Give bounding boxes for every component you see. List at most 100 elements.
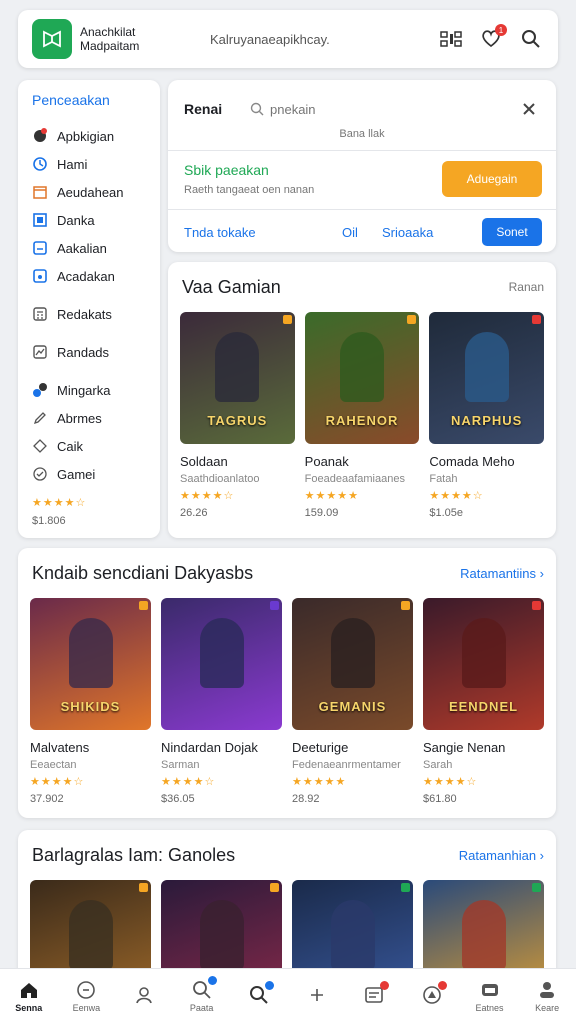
thumbnail-title: EENDNEL	[448, 699, 519, 714]
sidebar-rating: ★★★★☆	[32, 497, 87, 509]
game-publisher: Saathdioanlatoo	[180, 473, 260, 485]
nav-item[interactable]	[115, 969, 173, 1024]
game-publisher: Sarman	[161, 759, 200, 771]
sidebar-item[interactable]: Caik	[32, 432, 146, 460]
game-thumbnail[interactable]: EENDNEL	[423, 598, 544, 730]
game-card[interactable]: RAHENOR Poanak Foeadeaafamiaanes ★★★★★ 159.0…	[304, 312, 420, 519]
game-publisher: Foeadeaafamiaanes	[304, 473, 405, 485]
nav-label: Senna	[15, 1003, 43, 1013]
top-header: Anachkilat Madpaitam Kalruyanaeapikhcay.…	[18, 10, 558, 68]
game-thumbnail[interactable]	[161, 598, 282, 730]
corner-tag	[532, 883, 541, 892]
nav-item[interactable]: Eatnes	[461, 969, 519, 1024]
section-featured: Vaa Gamian Ranan TAGRUS Soldaan Saathdioan…	[168, 262, 556, 538]
nav-item[interactable]: Eenwa	[58, 969, 116, 1024]
section-link[interactable]: Ratamanhian ›	[459, 848, 544, 863]
close-icon[interactable]	[518, 98, 540, 120]
heart-icon[interactable]: 1	[478, 24, 507, 52]
square-icon	[32, 212, 48, 228]
game-card[interactable]: SHIKIDS Malvatens Eeaectan ★★★★☆ 37.902	[30, 598, 151, 805]
game-rating: ★★★★☆	[30, 776, 85, 788]
nav-item[interactable]	[230, 969, 288, 1024]
promo-button[interactable]: Aduegain	[442, 161, 542, 197]
logo-mark-icon	[43, 30, 61, 48]
character-figure	[330, 618, 375, 688]
calendar-icon	[32, 184, 48, 200]
sidebar-item[interactable]: Acadakan	[32, 262, 146, 290]
game-card[interactable]: EENDNEL Sangie Nenan Sarah ★★★★☆ $61.80	[423, 598, 544, 805]
promo-subtitle: Raeth tangaeat oen nanan	[184, 184, 315, 196]
search2-icon	[249, 981, 275, 1005]
sidebar-item[interactable]: Danka	[32, 206, 146, 234]
section-link[interactable]: Ranan	[509, 280, 544, 294]
link-oil[interactable]: Oil	[342, 225, 382, 240]
submit-button[interactable]: Sonet	[482, 218, 542, 246]
app-logo[interactable]	[32, 19, 72, 59]
section-link[interactable]: Ratamantiins ›	[460, 566, 544, 581]
game-thumbnail[interactable]: RAHENOR	[304, 312, 420, 444]
thumbnail-title: SHIKIDS	[60, 699, 121, 714]
notification-dot	[437, 981, 447, 990]
game-name: Poanak	[304, 454, 349, 469]
character-figure	[340, 332, 384, 402]
game-thumbnail[interactable]: GEMANIS	[292, 598, 413, 730]
nav-item[interactable]: Keare	[518, 969, 576, 1024]
search-icon[interactable]	[518, 26, 544, 52]
nav-item[interactable]	[288, 969, 346, 1024]
sidebar-item-label: Aeudahean	[57, 184, 124, 200]
tile2-icon	[32, 268, 48, 284]
game-rating: ★★★★☆	[429, 490, 484, 502]
game-card[interactable]: TAGRUS Soldaan Saathdioanlatoo ★★★★☆ 26.26	[180, 312, 295, 519]
puzzle-icon	[32, 382, 48, 398]
sidebar-item[interactable]: Redakats	[32, 300, 146, 328]
promo-title: Sbik paeakan	[184, 162, 269, 178]
game-thumbnail[interactable]: NARPHUS	[429, 312, 545, 444]
clock-icon	[32, 156, 48, 172]
chart-icon	[32, 344, 48, 360]
link-srioaaka[interactable]: Srioaaka	[382, 225, 433, 240]
game-card[interactable]: Nindardan Dojak Sarman ★★★★☆ $36.05	[161, 598, 282, 805]
tile-icon	[32, 240, 48, 256]
game-name: Nindardan Dojak	[161, 740, 258, 755]
nav-item[interactable]: Senna	[0, 969, 58, 1024]
game-card[interactable]: NARPHUS Comada Meho Fatah ★★★★☆ $1.05e	[429, 312, 545, 519]
sidebar-item[interactable]: Gamei	[32, 460, 146, 488]
search-input[interactable]	[270, 101, 518, 117]
sidebar-item-label: Aakalian	[57, 240, 107, 256]
sidebar-item[interactable]: Aakalian	[32, 234, 146, 262]
game-thumbnail[interactable]: SHIKIDS	[30, 598, 151, 730]
nav-label: Eatnes	[475, 1003, 504, 1013]
game-name: Comada Meho	[429, 454, 515, 469]
game-price: $36.05	[161, 793, 195, 805]
nav-label: Paata	[189, 1003, 214, 1013]
nav-label: Keare	[535, 1003, 560, 1013]
sidebar-item[interactable]: Apbkigian	[32, 122, 146, 150]
sidebar-item-label: Acadakan	[57, 268, 115, 284]
nav-item[interactable]	[346, 969, 404, 1024]
game-thumbnail[interactable]: TAGRUS	[180, 312, 295, 444]
section-link-text: Ratamantiins	[460, 565, 537, 581]
link-tnda[interactable]: Tnda tokake	[184, 225, 342, 240]
sidebar-item[interactable]: Randads	[32, 338, 146, 366]
corner-tag	[282, 315, 292, 324]
sidebar-item[interactable]: Abrmes	[32, 404, 146, 432]
nav-item[interactable]: Paata	[173, 969, 231, 1024]
sidebar-item-label: Apbkigian	[57, 128, 115, 144]
sidebar-item[interactable]: Mingarka	[32, 376, 146, 404]
grid-icon[interactable]	[438, 26, 464, 52]
nav-item[interactable]	[403, 969, 461, 1024]
sidebar-item[interactable]: Aeudahean	[32, 178, 146, 206]
game-price: $1.05e	[429, 507, 463, 519]
game-card[interactable]: GEMANIS Deeturige Fedenaeanrmentamer ★★★★★ 2…	[292, 598, 413, 805]
sidebar-item-label: Gamei	[57, 466, 96, 482]
game-publisher: Sarah	[423, 759, 453, 771]
sidebar-item[interactable]: Hami	[32, 150, 146, 178]
person-icon	[134, 985, 154, 1005]
apps-icon	[32, 128, 48, 144]
section-link-text: Ratamanhian	[458, 847, 537, 863]
thumbnail-title: GEMANIS	[318, 699, 387, 714]
game-name: Soldaan	[180, 454, 228, 469]
game-rating: ★★★★★	[292, 776, 347, 788]
badge-icon	[32, 466, 48, 482]
pen-icon	[32, 410, 48, 426]
